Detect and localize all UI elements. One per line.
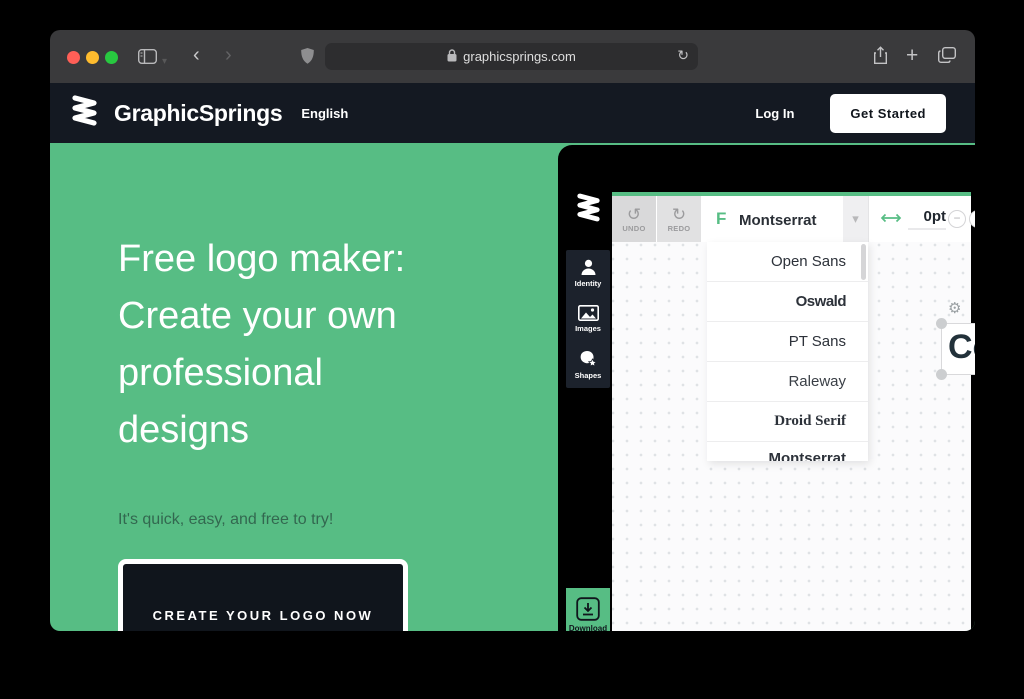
dropdown-scrollbar[interactable] [861, 244, 866, 280]
hero-heading: Free logo maker: Create your own profess… [118, 231, 458, 459]
person-icon [579, 259, 598, 276]
hero-subtext: It's quick, easy, and free to try! [118, 511, 333, 529]
new-tab-button[interactable]: + [906, 46, 918, 66]
download-button[interactable]: Download [566, 588, 610, 631]
url-text: graphicsprings.com [463, 49, 576, 64]
font-option[interactable]: Raleway [707, 362, 868, 402]
font-option[interactable]: Open Sans [707, 242, 868, 282]
decrease-spacing-button[interactable]: − [948, 210, 966, 228]
editor-window: ⚙ Co ↺ UNDO ↻ REDO [612, 192, 971, 631]
back-button[interactable]: ‹ [193, 45, 200, 65]
letter-spacing-icon [880, 211, 902, 229]
editor-logo-icon [577, 193, 600, 227]
get-started-button[interactable]: Get Started [830, 94, 946, 133]
sidebar-item-identity[interactable]: Identity [566, 250, 610, 296]
editor-toolbar: ↺ UNDO ↻ REDO F Montserrat ▾ 0pt − [612, 196, 971, 242]
editor-screenshot: Identity Images Shapes Download ⚙ [558, 145, 975, 631]
redo-button[interactable]: ↻ REDO [657, 196, 701, 242]
font-name-value[interactable]: Montserrat [739, 212, 817, 229]
minimize-window-button[interactable] [86, 51, 99, 64]
selection-handle[interactable] [936, 369, 947, 380]
font-option[interactable]: PT Sans [707, 322, 868, 362]
font-prefix-icon: F [716, 209, 726, 229]
forward-button[interactable]: › [225, 45, 232, 65]
lock-icon [447, 49, 457, 65]
sidebar-toggle-icon[interactable] [138, 49, 157, 64]
font-dropdown-chevron[interactable]: ▾ [843, 196, 868, 242]
sidebar-item-shapes[interactable]: Shapes [566, 342, 610, 388]
graphicsprings-logo-icon[interactable] [72, 95, 97, 131]
reload-button[interactable]: ↻ [677, 47, 689, 64]
address-bar[interactable]: graphicsprings.com ↻ [325, 43, 698, 70]
font-dropdown-list: Open Sans Oswald PT Sans Raleway Droid S… [707, 242, 868, 461]
log-in-link[interactable]: Log In [755, 106, 794, 121]
hero-section: Free logo maker: Create your own profess… [50, 143, 975, 631]
font-option[interactable]: Montserrat [707, 442, 868, 461]
sidebar-item-images[interactable]: Images [566, 296, 610, 342]
image-icon [578, 305, 599, 321]
download-icon [576, 597, 600, 621]
chevron-down-icon[interactable]: ▾ [162, 52, 167, 72]
canvas-text: Co [948, 328, 975, 367]
undo-icon: ↺ [627, 206, 641, 223]
font-option[interactable]: Oswald [707, 282, 868, 322]
brand-name[interactable]: GraphicSprings [114, 100, 282, 127]
language-selector[interactable]: English [301, 106, 348, 121]
tab-overview-icon[interactable] [938, 47, 956, 63]
increase-spacing-button[interactable]: + [969, 210, 975, 228]
site-navbar: GraphicSprings English Log In Get Starte… [50, 83, 975, 143]
toolbar-divider [868, 196, 869, 242]
close-window-button[interactable] [67, 51, 80, 64]
privacy-shield-icon[interactable] [300, 47, 315, 65]
redo-icon: ↻ [672, 206, 686, 223]
selection-handle[interactable] [936, 318, 947, 329]
font-option[interactable]: Droid Serif [707, 402, 868, 442]
undo-button[interactable]: ↺ UNDO [612, 196, 656, 242]
gear-icon[interactable]: ⚙ [948, 299, 961, 317]
editor-sidebar: Identity Images Shapes [566, 250, 610, 388]
share-icon[interactable] [873, 46, 888, 65]
browser-window: ▾ ‹ › graphicsprings.com ↻ + GraphicSpri… [50, 30, 975, 631]
selected-text-element[interactable]: Co [941, 323, 975, 375]
browser-toolbar: ▾ ‹ › graphicsprings.com ↻ + [50, 30, 975, 83]
letter-spacing-input[interactable]: 0pt [908, 208, 946, 230]
zoom-window-button[interactable] [105, 51, 118, 64]
shapes-icon [578, 350, 598, 368]
create-logo-button[interactable]: CREATE YOUR LOGO NOW [118, 559, 408, 631]
